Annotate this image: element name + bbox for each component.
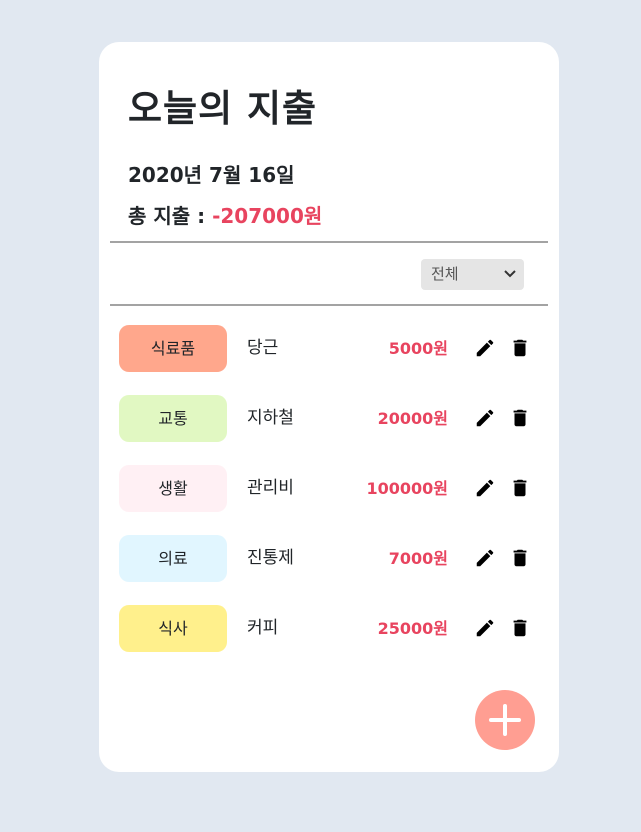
expense-name: 관리비 xyxy=(247,478,294,498)
category-filter-select[interactable]: 전체 xyxy=(421,259,524,290)
pencil-icon[interactable] xyxy=(474,477,496,499)
trash-icon[interactable] xyxy=(509,407,531,429)
expense-amount: 5000원 xyxy=(388,339,448,358)
expense-amount: 100000원 xyxy=(366,479,448,498)
total-label: 총 지출 : xyxy=(128,204,213,228)
category-badge: 교통 xyxy=(119,395,227,442)
add-expense-button[interactable] xyxy=(475,690,535,750)
category-badge: 의료 xyxy=(119,535,227,582)
trash-icon[interactable] xyxy=(509,337,531,359)
total-amount: -207000원 xyxy=(212,204,323,228)
pencil-icon[interactable] xyxy=(474,547,496,569)
trash-icon[interactable] xyxy=(509,477,531,499)
category-badge: 식료품 xyxy=(119,325,227,372)
total-expense: 총 지출 : -207000원 xyxy=(128,200,322,232)
expense-name: 커피 xyxy=(247,618,279,638)
expense-name: 당근 xyxy=(247,338,279,358)
expense-name: 진통제 xyxy=(247,548,294,568)
expense-amount: 7000원 xyxy=(388,549,448,568)
chevron-down-icon xyxy=(504,270,516,278)
category-badge: 생활 xyxy=(119,465,227,512)
trash-icon[interactable] xyxy=(509,617,531,639)
trash-icon[interactable] xyxy=(509,547,531,569)
filter-selected-value: 전체 xyxy=(431,265,459,283)
expense-amount: 25000원 xyxy=(377,619,448,638)
expense-row: 의료 진통제 7000원 xyxy=(99,522,559,592)
page-title: 오늘의 지출 xyxy=(128,87,318,130)
top-divider xyxy=(110,241,548,243)
pencil-icon[interactable] xyxy=(474,407,496,429)
expense-row: 생활 관리비 100000원 xyxy=(99,452,559,522)
expense-name: 지하철 xyxy=(247,408,294,428)
plus-icon xyxy=(489,704,521,736)
expense-row: 식료품 당근 5000원 xyxy=(99,312,559,382)
pencil-icon[interactable] xyxy=(474,617,496,639)
date-label: 2020년 7월 16일 xyxy=(128,163,295,187)
pencil-icon[interactable] xyxy=(474,337,496,359)
filter-divider xyxy=(110,304,548,306)
expense-row: 교통 지하철 20000원 xyxy=(99,382,559,452)
category-badge: 식사 xyxy=(119,605,227,652)
expense-amount: 20000원 xyxy=(377,409,448,428)
expense-card: 오늘의 지출 2020년 7월 16일 총 지출 : -207000원 전체 식… xyxy=(99,42,559,772)
expense-row: 식사 커피 25000원 xyxy=(99,592,559,662)
